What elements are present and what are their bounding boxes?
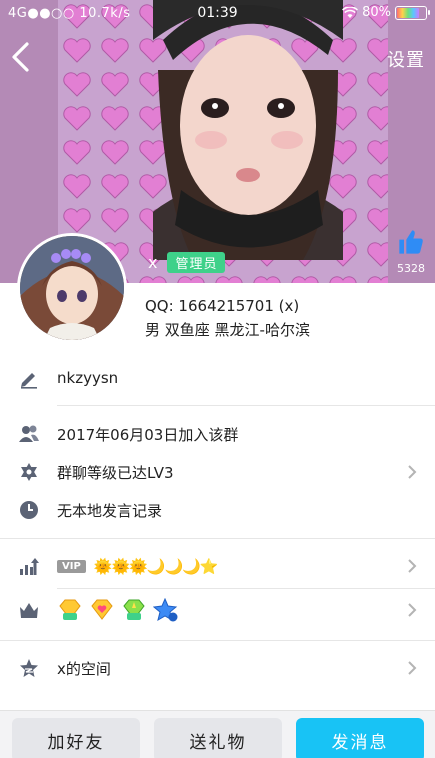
level-up-icon bbox=[20, 558, 39, 575]
group-level-text: 群聊等级已达LV3 bbox=[57, 463, 174, 482]
nickname: x bbox=[148, 253, 158, 272]
qq-number: QQ: 1664215701 (x) bbox=[145, 297, 300, 315]
bottom-action-bar: 加好友 送礼物 发消息 bbox=[0, 710, 435, 758]
divider bbox=[0, 538, 435, 539]
heart-diamond-badge-icon bbox=[91, 599, 113, 620]
battery-level bbox=[397, 7, 420, 18]
space-row[interactable]: x的空间 bbox=[0, 644, 435, 692]
profile-details: 男 双鱼座 黑龙江-哈尔滨 bbox=[145, 321, 310, 339]
status-bar: 4G●●○○ 10.7k/s 01:39 80% bbox=[0, 0, 435, 26]
settings-button[interactable]: 设置 bbox=[387, 46, 425, 72]
green-diamond-badge-icon bbox=[123, 599, 145, 620]
add-friend-button[interactable]: 加好友 bbox=[12, 718, 140, 758]
chat-record-row: 无本地发言记录 bbox=[0, 486, 435, 534]
admin-badge: 管理员 bbox=[167, 252, 226, 273]
battery-icon bbox=[395, 5, 430, 20]
name-row: x 管理员 bbox=[148, 252, 226, 273]
like-button[interactable]: 5328 bbox=[395, 228, 427, 275]
group-members-icon bbox=[19, 425, 39, 442]
signature-row: nkzyysn bbox=[0, 354, 435, 402]
divider bbox=[0, 640, 435, 641]
vip-tag: VIP bbox=[57, 559, 86, 573]
profile-info: QQ: 1664215701 (x) 男 双鱼座 黑龙江-哈尔滨 bbox=[145, 294, 310, 342]
cover-photo bbox=[58, 0, 388, 283]
star-of-david-icon bbox=[21, 463, 37, 481]
chevron-left-icon bbox=[12, 42, 29, 72]
vip-level-row[interactable]: VIP 🌞🌞🌞🌙🌙🌙⭐ bbox=[0, 542, 435, 590]
qzone-star-icon bbox=[20, 659, 38, 677]
send-message-button[interactable]: 发消息 bbox=[296, 718, 424, 758]
back-button[interactable] bbox=[8, 40, 34, 74]
badge-list bbox=[57, 598, 185, 622]
crown-basket-icon bbox=[20, 603, 38, 618]
portrait-figure bbox=[153, 0, 343, 260]
clock-icon bbox=[20, 501, 38, 519]
chat-record-text: 无本地发言记录 bbox=[57, 501, 163, 520]
battery-percent: 80% bbox=[362, 5, 391, 20]
space-text: x的空间 bbox=[57, 659, 111, 678]
thumbs-up-icon bbox=[399, 230, 423, 254]
avatar[interactable] bbox=[17, 233, 127, 343]
like-count: 5328 bbox=[397, 262, 425, 275]
blue-star-badge-icon bbox=[153, 598, 178, 622]
gold-diamond-badge-icon bbox=[59, 599, 81, 620]
divider bbox=[57, 405, 435, 406]
vip-level-content: VIP 🌞🌞🌞🌙🌙🌙⭐ bbox=[57, 557, 219, 576]
chevron-right-icon bbox=[408, 465, 417, 479]
level-icons: 🌞🌞🌞🌙🌙🌙⭐ bbox=[93, 557, 219, 576]
status-right: 80% bbox=[342, 5, 430, 20]
send-gift-button[interactable]: 送礼物 bbox=[154, 718, 282, 758]
badges-row[interactable] bbox=[0, 586, 435, 634]
chevron-right-icon bbox=[408, 661, 417, 675]
chevron-right-icon bbox=[408, 559, 417, 573]
chevron-right-icon bbox=[408, 603, 417, 617]
pencil-icon bbox=[21, 373, 37, 389]
wifi-icon bbox=[342, 6, 359, 18]
join-date-text: 2017年06月03日加入该群 bbox=[57, 425, 239, 444]
signature-text: nkzyysn bbox=[57, 369, 119, 387]
anime-avatar-image bbox=[20, 236, 124, 340]
